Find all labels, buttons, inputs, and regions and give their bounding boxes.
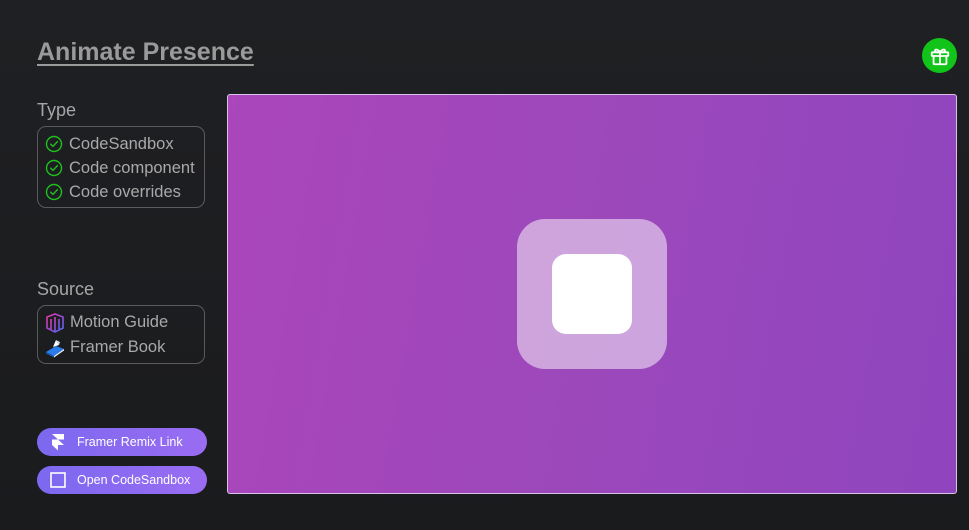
source-list: Motion Guide Framer Book [37, 305, 205, 364]
source-label: Source [37, 279, 95, 299]
source-item-framer-book[interactable]: Framer Book [44, 335, 204, 360]
type-item-label: Code component [69, 158, 195, 177]
type-item-code-component: Code component [45, 156, 204, 180]
source-item-motion-guide[interactable]: Motion Guide [44, 310, 204, 335]
source-item-label: Motion Guide [70, 313, 169, 331]
codesandbox-icon [49, 471, 67, 489]
gift-icon [930, 48, 949, 65]
page-title[interactable]: Animate Presence [37, 38, 254, 67]
type-label: Type [37, 100, 77, 120]
type-item-code-overrides: Code overrides [45, 180, 204, 204]
animation-preview[interactable] [227, 94, 957, 494]
check-circle-icon [45, 159, 63, 177]
type-item-codesandbox: CodeSandbox [45, 132, 204, 156]
type-item-label: Code overrides [69, 182, 181, 201]
framer-logo-icon [49, 433, 67, 451]
open-codesandbox-label: Open CodeSandbox [77, 473, 191, 487]
animated-outer-square[interactable] [517, 219, 667, 369]
open-codesandbox-button[interactable]: Open CodeSandbox [37, 466, 207, 494]
framer-remix-link-label: Framer Remix Link [77, 435, 183, 449]
framer-remix-link-button[interactable]: Framer Remix Link [37, 428, 207, 456]
animated-inner-square[interactable] [552, 254, 632, 334]
check-circle-icon [45, 135, 63, 153]
motion-guide-icon [44, 312, 66, 334]
framer-book-icon [44, 337, 66, 359]
source-item-label: Framer Book [70, 338, 166, 356]
check-circle-icon [45, 183, 63, 201]
type-item-label: CodeSandbox [69, 134, 174, 153]
type-list: CodeSandbox Code component Code override… [37, 126, 205, 208]
gift-button[interactable] [922, 38, 957, 73]
